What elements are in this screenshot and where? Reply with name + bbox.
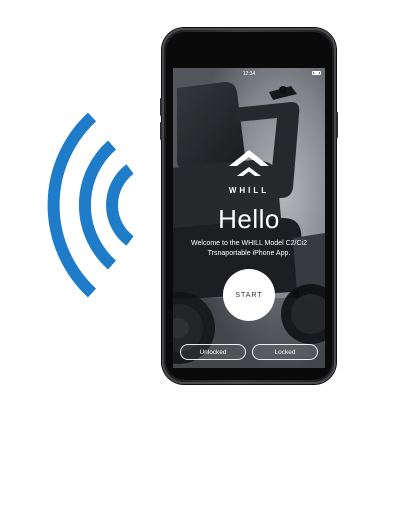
volume-button bbox=[160, 122, 162, 140]
welcome-line: Trsnaportable iPhone App. bbox=[207, 250, 291, 257]
welcome-line: Welcome to the WHILL Model C2/Ci2 bbox=[191, 240, 307, 247]
start-button[interactable]: START bbox=[223, 269, 275, 321]
product-illustration: 12:34 WHILL Hello Welcome to the WHILL M… bbox=[0, 0, 400, 524]
splash-overlay: WHILL Hello Welcome to the WHILL Model C… bbox=[173, 68, 325, 368]
wireless-signal-icon bbox=[47, 112, 134, 298]
power-button bbox=[336, 112, 338, 138]
volume-button bbox=[160, 98, 162, 116]
signal-arc-inner bbox=[106, 164, 134, 246]
status-time: 12:34 bbox=[242, 71, 256, 77]
phone-device: 12:34 WHILL Hello Welcome to the WHILL M… bbox=[160, 28, 338, 384]
welcome-message: Welcome to the WHILL Model C2/Ci2 Trsnap… bbox=[173, 239, 325, 259]
greeting-title: Hello bbox=[218, 204, 280, 234]
locked-button[interactable]: Locked bbox=[252, 344, 318, 360]
app-screen: 12:34 WHILL Hello Welcome to the WHILL M… bbox=[173, 68, 325, 368]
battery-icon bbox=[312, 71, 321, 75]
whill-logo-icon bbox=[229, 150, 269, 176]
brand-name: WHILL bbox=[228, 186, 270, 195]
status-bar: 12:34 bbox=[173, 68, 325, 80]
unlocked-button[interactable]: Unlocked bbox=[180, 344, 246, 360]
